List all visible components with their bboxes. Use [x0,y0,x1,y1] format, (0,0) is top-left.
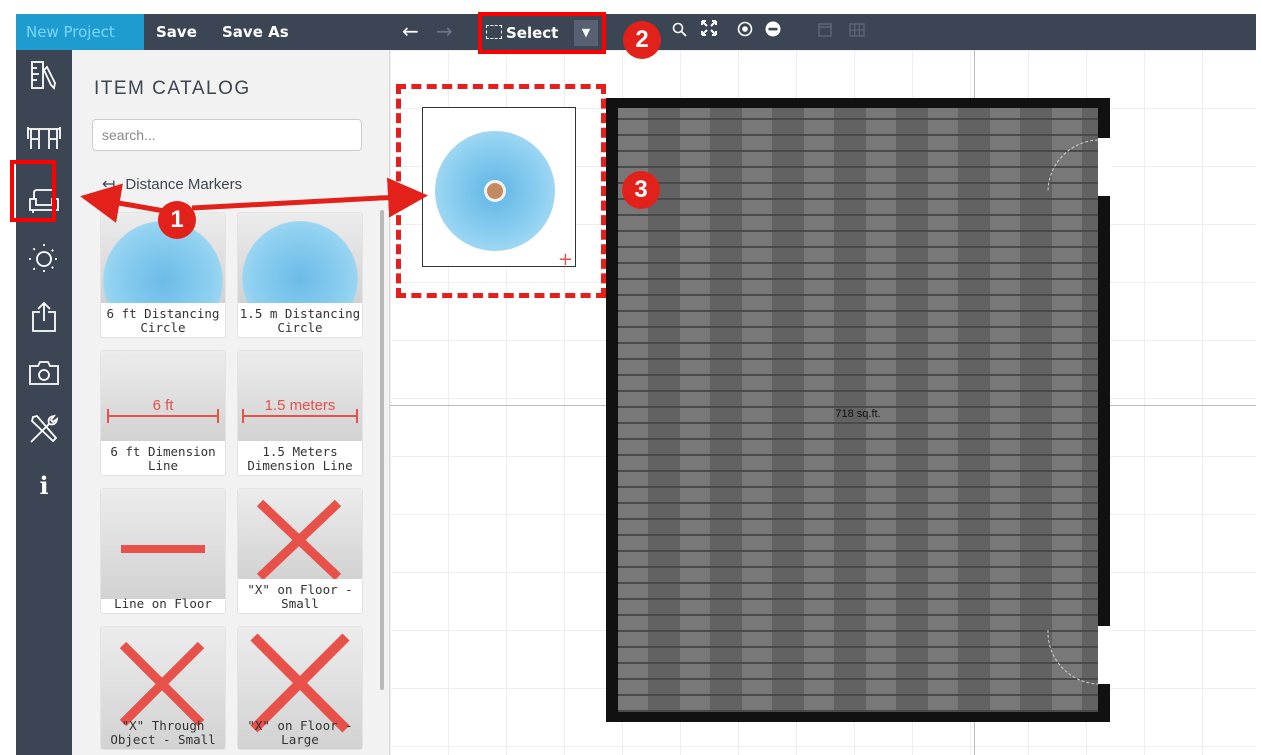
dimension-text: 1.5 meters [264,397,336,414]
item-thumbnail [101,489,225,599]
item-catalog-panel: ITEM CATALOG ↤ Distance Markers 6 ft Dist… [72,50,390,755]
export-icon[interactable] [16,294,72,340]
tools-icon[interactable] [16,406,72,452]
item-label: 6 ft Distancing Circle [106,306,220,335]
back-arrow-icon: ↤ [102,176,116,193]
catalog-title: ITEM CATALOG [94,78,251,99]
item-label: 6 ft Dimension Line [110,444,216,473]
item-label: 1.5 m Distancing Circle [239,306,361,335]
annotation-badge-2: 2 [623,21,661,59]
annotation-box-3 [396,84,606,298]
furniture-icon[interactable] [16,114,72,160]
door-swing-bottom [1047,629,1099,685]
save-as-button[interactable]: Save As [222,14,289,50]
item-label: "X" on Floor - Small [247,582,353,611]
catalog-back-link[interactable]: ↤ Distance Markers [102,174,242,194]
item-label: "X" Through Object - Small [110,718,216,747]
zoom-out-icon[interactable] [762,14,784,50]
catalog-item-1-5m-circle[interactable]: 1.5 m Distancing Circle [237,212,363,338]
annotation-box-1 [10,160,56,222]
item-thumbnail: 6 ft [101,351,225,441]
item-label: 1.5 Meters Dimension Line [247,444,353,473]
catalog-item-x-floor-large[interactable]: "X" on Floor - Large [237,626,363,750]
catalog-item-6ft-dimension-line[interactable]: 6 ft 6 ft Dimension Line [100,350,226,476]
info-icon[interactable]: i [16,462,72,508]
lighting-icon[interactable] [16,236,72,282]
item-label: Line on Floor [114,596,212,611]
fit-view-icon[interactable] [698,14,720,50]
panel-icon[interactable] [814,14,836,50]
undo-arrow-icon[interactable]: ← [402,14,419,50]
catalog-category-label: Distance Markers [125,176,243,193]
annotation-box-2 [478,12,606,54]
save-button[interactable]: Save [156,14,197,50]
catalog-scrollbar[interactable] [380,210,384,690]
room-walls[interactable]: 718 sq.ft. [606,98,1112,722]
center-target-icon[interactable] [734,14,756,50]
room-area-label: 718 sq.ft. [835,408,881,420]
item-thumbnail: 1.5 meters [238,351,362,441]
door-swing-top [1047,139,1099,193]
dimension-text: 6 ft [152,397,174,414]
annotation-badge-3: 3 [622,171,660,209]
item-thumbnail [238,213,362,303]
grid-icon[interactable] [846,14,868,50]
draw-walls-icon[interactable] [16,52,72,98]
annotation-badge-1: 1 [158,201,196,239]
redo-arrow-icon[interactable]: → [436,14,453,50]
new-project-button[interactable]: New Project [16,14,144,50]
camera-icon[interactable] [16,350,72,396]
room-floor[interactable]: 718 sq.ft. [618,108,1098,712]
catalog-item-line-on-floor[interactable]: Line on Floor [100,488,226,614]
catalog-search-input[interactable] [92,119,362,151]
zoom-icon[interactable] [668,14,690,50]
catalog-item-1-5m-dimension-line[interactable]: 1.5 meters 1.5 Meters Dimension Line [237,350,363,476]
catalog-item-x-through-object[interactable]: "X" Through Object - Small [100,626,226,750]
item-thumbnail [238,489,362,579]
tool-rail: i [16,50,72,755]
item-label: "X" on Floor - Large [247,718,353,747]
catalog-item-x-floor-small[interactable]: "X" on Floor - Small [237,488,363,614]
